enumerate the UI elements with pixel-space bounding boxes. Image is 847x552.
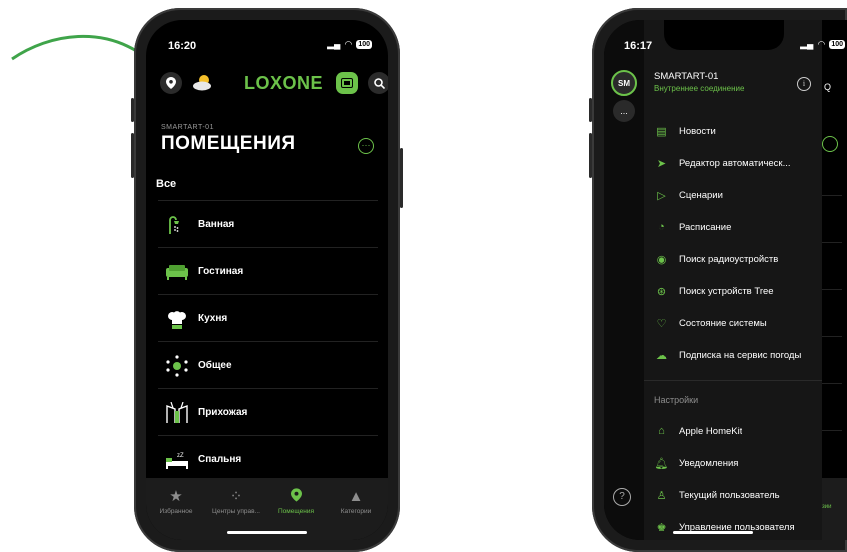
loxone-logo: LOXONE: [244, 73, 324, 93]
sun-cloud-icon[interactable]: [192, 72, 216, 97]
bell-icon: 🔔︎: [654, 457, 669, 470]
page-title: ПОМЕЩЕНИЯ: [161, 133, 296, 154]
battery-icon: 100: [356, 40, 372, 49]
control-center-icon: ⁘: [229, 488, 243, 505]
phone-rooms: 16:20 ▂▄ ◠ 100 LOXONE SMARTART-01 ПОМЕЩЕ…: [131, 8, 403, 552]
all-filter[interactable]: Все: [156, 178, 176, 190]
room-label: Ванная: [198, 219, 235, 230]
menu-item-scenes[interactable]: ▷ Сценарии: [654, 185, 819, 205]
menu-item-notifications[interactable]: 🔔︎ Уведомления: [654, 453, 819, 473]
menu-item-tree-search[interactable]: ⊛ Поиск устройств Tree: [654, 281, 819, 301]
menu-item-news[interactable]: ▤ Новости: [654, 121, 819, 141]
tab-categories[interactable]: ▲ Категории: [326, 488, 386, 515]
categories-icon: ▲: [348, 488, 364, 505]
status-time: 16:17: [624, 40, 653, 52]
wifi-icon: ◠: [344, 39, 353, 49]
status-time: 16:20: [168, 40, 197, 52]
heart-pulse-icon: ♡: [656, 317, 667, 330]
menu-item-weather-subscription[interactable]: ☁ Подписка на сервис погоды: [654, 345, 819, 365]
server-subtitle: SMARTART-01: [161, 124, 214, 131]
background-content: Q зии: [822, 20, 847, 540]
menu-item-radio-search[interactable]: ◉ Поиск радиоустройств: [654, 249, 819, 269]
room-row[interactable]: Прихожая: [158, 388, 378, 436]
hallway-icon: [164, 400, 190, 426]
room-row[interactable]: Кухня: [158, 294, 378, 342]
play-icon: ▷: [657, 189, 666, 202]
star-icon: ★: [169, 488, 183, 505]
room-label: Общее: [198, 360, 232, 371]
menu-item-current-user[interactable]: ♙ Текущий пользователь: [654, 485, 819, 505]
location-pin-icon: [266, 488, 326, 506]
room-label: Спальня: [198, 454, 242, 465]
sofa-icon: [164, 259, 190, 285]
tab-favorites[interactable]: ★ Избранное: [146, 488, 206, 515]
more-servers-button[interactable]: ...: [613, 100, 635, 122]
svg-text:zZ: zZ: [177, 453, 184, 459]
wifi-icon: ◠: [817, 39, 826, 49]
divider: [644, 380, 822, 381]
server-name: SMARTART-01: [654, 71, 719, 82]
server-rail: [604, 20, 644, 540]
room-label: Кухня: [198, 313, 228, 324]
room-label: Прихожая: [198, 407, 248, 418]
location-pin-icon[interactable]: [160, 72, 182, 94]
room-row[interactable]: Ванная: [158, 200, 378, 248]
room-label: Гостиная: [198, 266, 244, 277]
media-button[interactable]: [336, 72, 358, 94]
bed-icon: zZ: [164, 447, 190, 473]
tab-rooms[interactable]: Помещения: [266, 488, 326, 515]
tab-control-centers[interactable]: ⁘ Центры управ...: [206, 488, 266, 515]
menu-item-schedule[interactable]: ◔ Расписание: [654, 217, 819, 237]
media-icon: [341, 78, 353, 88]
search-button[interactable]: [368, 72, 388, 94]
battery-icon: 100: [829, 40, 845, 49]
avatar[interactable]: SM: [611, 70, 637, 96]
homekit-icon: ⌂: [658, 425, 665, 437]
settings-section-label: Настройки: [654, 395, 699, 405]
menu-screen: Q зии 16:17 ▂▄ ◠ 100 SM ... ? SMARTART-0…: [604, 20, 847, 540]
menu-item-system-status[interactable]: ♡ Состояние системы: [654, 313, 819, 333]
users-icon: ♚: [656, 521, 667, 534]
room-row[interactable]: Общее: [158, 341, 378, 389]
network-icon: [164, 353, 190, 379]
news-icon: ▤: [656, 125, 667, 138]
shower-icon: [164, 212, 190, 238]
connection-status: Внутреннее соединение: [654, 84, 745, 93]
more-options-button[interactable]: ···: [358, 138, 374, 154]
dynamic-island: [664, 20, 784, 50]
signal-icon: ▂▄: [800, 39, 814, 49]
phone-menu: Q зии 16:17 ▂▄ ◠ 100 SM ... ? SMARTART-0…: [589, 8, 847, 552]
room-row[interactable]: Гостиная: [158, 247, 378, 295]
tab-bar: ★ Избранное ⁘ Центры управ... Помещения …: [146, 478, 388, 540]
room-row[interactable]: zZ Спальня: [158, 435, 378, 483]
status-icons: ▂▄ ◠ 100: [327, 39, 372, 50]
home-indicator: [673, 531, 754, 534]
home-indicator: [227, 531, 307, 534]
clock-icon: ◔: [658, 221, 665, 233]
menu-item-homekit[interactable]: ⌂ Apple HomeKit: [654, 421, 819, 441]
tree-icon: ⊛: [656, 285, 667, 298]
radio-icon: ◉: [656, 253, 667, 266]
chef-hat-icon: [164, 306, 190, 332]
tab-peek-label: зии: [822, 504, 832, 510]
search-icon: Q: [824, 82, 832, 92]
weather-icon: ☁: [656, 349, 667, 362]
signal-icon: ▂▄: [327, 39, 341, 49]
more-options-icon: [822, 136, 838, 152]
user-icon: ♙: [656, 489, 667, 502]
rooms-screen: 16:20 ▂▄ ◠ 100 LOXONE SMARTART-01 ПОМЕЩЕ…: [146, 20, 388, 540]
info-icon[interactable]: i: [797, 77, 811, 91]
status-icons: ▂▄ ◠ 100: [800, 39, 845, 50]
menu-item-user-management[interactable]: ♚ Управление пользователя: [654, 517, 819, 537]
dynamic-island: [207, 20, 327, 50]
send-icon: ➤: [656, 157, 667, 170]
help-button[interactable]: ?: [613, 488, 631, 506]
menu-item-automatic-designer[interactable]: ➤ Редактор автоматическ...: [654, 153, 819, 173]
search-icon: [373, 77, 385, 89]
